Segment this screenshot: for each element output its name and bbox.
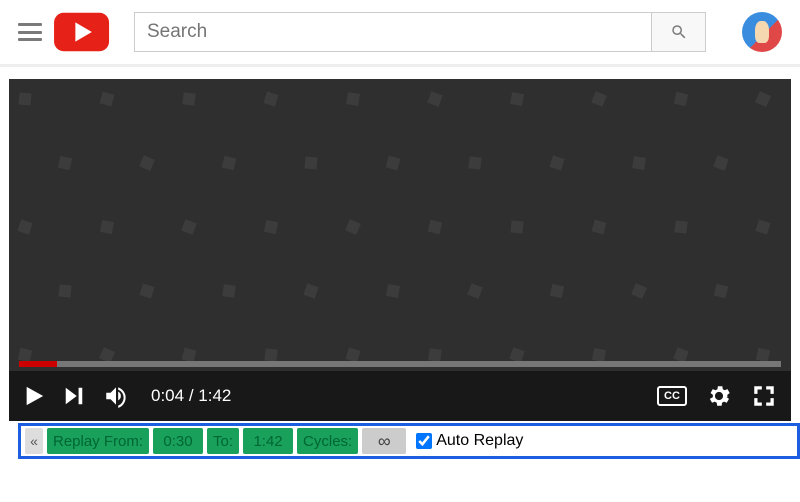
replay-to-value[interactable]: 1:42 (243, 428, 293, 454)
search-icon (670, 23, 688, 41)
time-current: 0:04 (151, 386, 184, 405)
video-thumbnail-pattern (9, 79, 791, 421)
auto-replay-checkbox[interactable] (416, 433, 432, 449)
settings-button[interactable] (705, 382, 733, 410)
gear-icon (705, 382, 733, 410)
play-icon (23, 385, 45, 407)
header-bar (0, 0, 800, 64)
player-controls: 0:04 / 1:42 CC (9, 371, 791, 421)
next-icon (63, 385, 85, 407)
youtube-logo-icon[interactable] (54, 10, 116, 54)
fullscreen-button[interactable] (751, 383, 777, 409)
player-area: 0:04 / 1:42 CC « Replay From: 0:30 To: 1… (0, 67, 800, 459)
progress-bar[interactable] (19, 361, 781, 367)
play-button[interactable] (23, 385, 45, 407)
replay-bar: « Replay From: 0:30 To: 1:42 Cycles: ∞ A… (18, 423, 800, 459)
auto-replay-toggle[interactable]: Auto Replay (416, 432, 523, 450)
time-display: 0:04 / 1:42 (151, 386, 231, 406)
replay-from-label: Replay From: (47, 428, 149, 454)
progress-played (19, 361, 57, 367)
fullscreen-icon (751, 383, 777, 409)
volume-icon (103, 383, 129, 409)
auto-replay-label: Auto Replay (436, 432, 523, 450)
next-button[interactable] (63, 385, 85, 407)
captions-button[interactable]: CC (657, 386, 687, 406)
menu-icon[interactable] (18, 23, 42, 41)
time-total: 1:42 (198, 386, 231, 405)
avatar[interactable] (742, 12, 782, 52)
replay-to-label: To: (207, 428, 239, 454)
replay-cycles-label: Cycles: (297, 428, 358, 454)
search-button[interactable] (652, 12, 706, 52)
search-input[interactable] (134, 12, 652, 52)
video-player[interactable]: 0:04 / 1:42 CC (9, 79, 791, 421)
search-container (134, 12, 706, 52)
replay-cycles-value[interactable]: ∞ (362, 428, 406, 454)
replay-from-value[interactable]: 0:30 (153, 428, 203, 454)
collapse-button[interactable]: « (25, 428, 43, 454)
volume-button[interactable] (103, 383, 129, 409)
time-sep: / (184, 386, 198, 405)
